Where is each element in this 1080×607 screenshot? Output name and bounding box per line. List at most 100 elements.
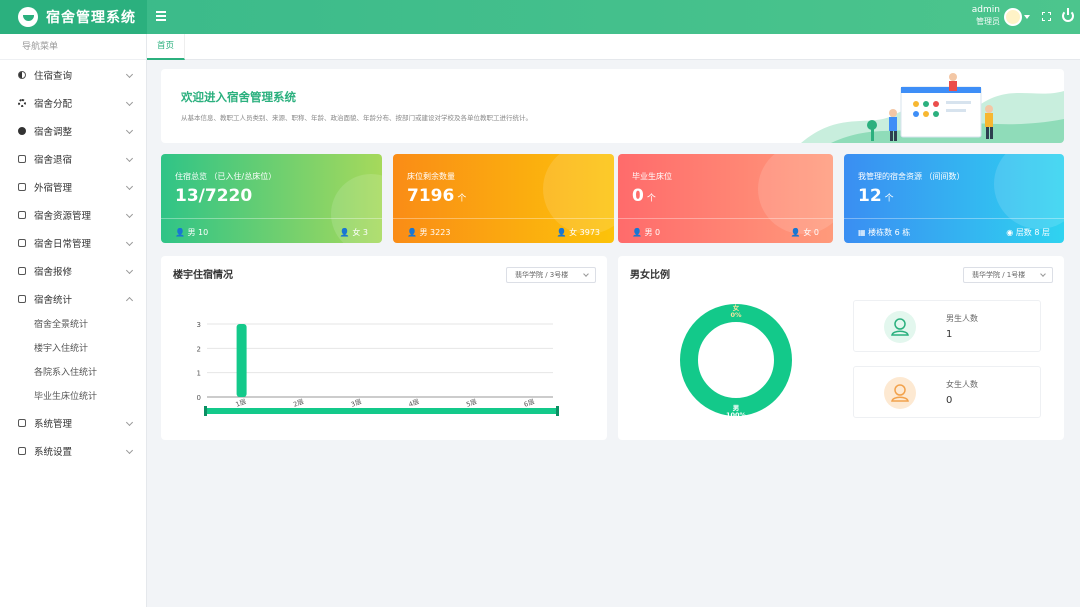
- occupancy-bar-chart: 0 1 2 3 1层 2层 3层 4层 5层 6层: [197, 321, 559, 416]
- chevron-up-icon: [125, 296, 134, 305]
- menu-toggle-icon[interactable]: [156, 11, 166, 21]
- app-logo[interactable]: 宿舍管理系统: [0, 0, 147, 34]
- chevron-down-icon: [125, 446, 134, 455]
- sidebar-item-label: 宿舍资源管理: [34, 211, 92, 222]
- home-icon: [18, 447, 26, 455]
- x-tick-label: 6层: [523, 397, 536, 408]
- x-tick-label: 3层: [350, 397, 363, 408]
- home-icon: [18, 155, 26, 163]
- gender-donut-chart: 女 0%男 100%: [680, 303, 792, 419]
- sidebar-item-adjust[interactable]: 宿舍调整: [0, 117, 146, 145]
- sidebar-item-label: 外宿管理: [34, 183, 73, 194]
- info-icon: [18, 127, 26, 135]
- home-icon: [18, 419, 26, 427]
- card-value: 13/7220: [175, 186, 255, 206]
- bar: [236, 324, 247, 397]
- sidebar-item-system-settings[interactable]: 系统设置: [0, 437, 146, 465]
- card-occupancy[interactable]: 住宿总览 （已入住/总床位） 13/7220 👤 男 10 👤 女 3: [161, 154, 382, 243]
- home-icon: [18, 267, 26, 275]
- sidebar-item-resources[interactable]: 宿舍资源管理: [0, 201, 146, 229]
- female-value: 0: [946, 395, 953, 406]
- tab-home[interactable]: 首页: [147, 34, 185, 60]
- card-foot-right-text: 女 0: [803, 228, 819, 237]
- card-foot-right: 👤 女 3: [339, 228, 368, 237]
- sidebar-item-system-manage[interactable]: 系统管理: [0, 409, 146, 437]
- data-zoom-handle: [204, 406, 207, 416]
- user-info[interactable]: admin 管理员: [960, 5, 1000, 27]
- card-value: 12 个: [858, 186, 894, 206]
- card-unit: 个: [884, 194, 894, 204]
- card-remaining-beds[interactable]: 床位剩余数量 7196 个 👤 男 3223 👤 女 3973: [393, 154, 614, 243]
- top-bar: 宿舍管理系统 admin 管理员: [0, 0, 1080, 34]
- x-tick-label: 4层: [408, 397, 421, 408]
- chevron-down-icon: [125, 210, 134, 219]
- card-divider: [618, 218, 833, 219]
- sidebar-item-label: 宿舍退宿: [34, 155, 73, 166]
- sidebar-item-statistics[interactable]: 宿舍统计: [0, 285, 146, 313]
- x-tick-label: 2层: [292, 397, 305, 408]
- card-label: 住宿总览 （已入住/总床位）: [175, 172, 277, 181]
- card-foot-right: ◉ 层数 8 层: [1006, 228, 1050, 237]
- sidebar: 导航菜单 住宿查询 宿舍分配 宿舍调整 宿舍退宿 外宿管理 宿舍资源管理 宿舍日…: [0, 34, 147, 607]
- card-value-number: 13/7220: [175, 186, 253, 206]
- sidebar-subitem[interactable]: 各院系入住统计: [0, 361, 146, 385]
- user-role: 管理员: [976, 17, 1000, 26]
- card-label: 床位剩余数量: [407, 172, 455, 181]
- sidebar-item-allocation[interactable]: 宿舍分配: [0, 89, 146, 117]
- sidebar-item-repair[interactable]: 宿舍报修: [0, 257, 146, 285]
- chevron-down-icon: [125, 418, 134, 427]
- sidebar-item-checkout[interactable]: 宿舍退宿: [0, 145, 146, 173]
- card-graduate-beds[interactable]: 毕业生床位 0个 👤 男 0 👤 女 0: [618, 154, 833, 243]
- building-select[interactable]: 翡华学院 / 1号楼: [963, 267, 1053, 283]
- power-icon[interactable]: [1062, 8, 1074, 22]
- female-count-box: 女生人数 0: [853, 366, 1041, 418]
- card-foot-left: ▦ 楼栋数 6 栋: [858, 228, 911, 237]
- sidebar-item-outside[interactable]: 外宿管理: [0, 173, 146, 201]
- chevron-down-icon: [125, 238, 134, 247]
- card-value-number: 7196: [407, 186, 455, 206]
- data-zoom-slider: [205, 408, 557, 414]
- sidebar-subitem[interactable]: 毕业生床位统计: [0, 385, 146, 409]
- sidebar-subitem[interactable]: 宿舍全景统计: [0, 313, 146, 337]
- user-avatar[interactable]: [1004, 8, 1022, 26]
- home-icon: [18, 211, 26, 219]
- card-decoration: [543, 154, 614, 234]
- card-foot-left: 👤 男 0: [632, 228, 661, 237]
- chevron-down-icon: [125, 98, 134, 107]
- y-tick-label: 3: [197, 321, 201, 329]
- chevron-down-icon: [125, 266, 134, 275]
- card-value: 0个: [632, 186, 656, 206]
- y-tick-label: 1: [197, 370, 201, 378]
- card-foot-left-text: 楼栋数 6 栋: [868, 228, 911, 237]
- chevron-down-icon: [125, 126, 134, 135]
- sidebar-item-label: 宿舍调整: [34, 127, 73, 138]
- sidebar-item-label: 系统管理: [34, 419, 73, 430]
- gear-icon: [18, 99, 26, 107]
- card-foot-left-text: 男 0: [644, 228, 661, 237]
- panel-occupancy: 楼宇住宿情况 翡华学院 / 3号楼 0 1 2 3 1层 2层 3层 4层 5层 6层: [161, 256, 607, 440]
- x-tick-label: 5层: [465, 397, 478, 408]
- select-value: 翡华学院 / 1号楼: [972, 271, 1026, 279]
- card-my-resources[interactable]: 我管理的宿舍资源 （间间数） 12 个 ▦ 楼栋数 6 栋 ◉ 层数 8 层: [844, 154, 1064, 243]
- sidebar-subitem[interactable]: 楼宇入住统计: [0, 337, 146, 361]
- welcome-description: 从基本信息、教职工人员类别、来源、职称、年龄、政治面貌、年龄分布、按部门或建设对…: [181, 114, 532, 122]
- logo-icon: [18, 7, 38, 27]
- male-value: 1: [946, 329, 953, 340]
- sidebar-item-label: 系统设置: [34, 447, 73, 458]
- card-foot-right-text: 层数 8 层: [1015, 228, 1050, 237]
- card-foot-right-text: 女 3: [352, 228, 368, 237]
- card-divider: [161, 218, 382, 219]
- y-tick-label: 2: [197, 345, 201, 353]
- male-avatar-icon: [884, 311, 916, 343]
- fullscreen-icon[interactable]: [1042, 12, 1051, 21]
- sidebar-item-label: 宿舍统计: [34, 295, 73, 306]
- card-foot-right-text: 女 3973: [569, 228, 600, 237]
- chevron-down-icon[interactable]: [1024, 15, 1030, 19]
- x-tick-label: 1层: [235, 397, 248, 408]
- card-foot-left-text: 男 10: [187, 228, 209, 237]
- sidebar-item-stay-query[interactable]: 住宿查询: [0, 61, 146, 89]
- card-foot-left-text: 男 3223: [419, 228, 451, 237]
- app-title: 宿舍管理系统: [46, 10, 136, 26]
- sidebar-item-daily[interactable]: 宿舍日常管理: [0, 229, 146, 257]
- halfmoon-icon: [18, 71, 26, 79]
